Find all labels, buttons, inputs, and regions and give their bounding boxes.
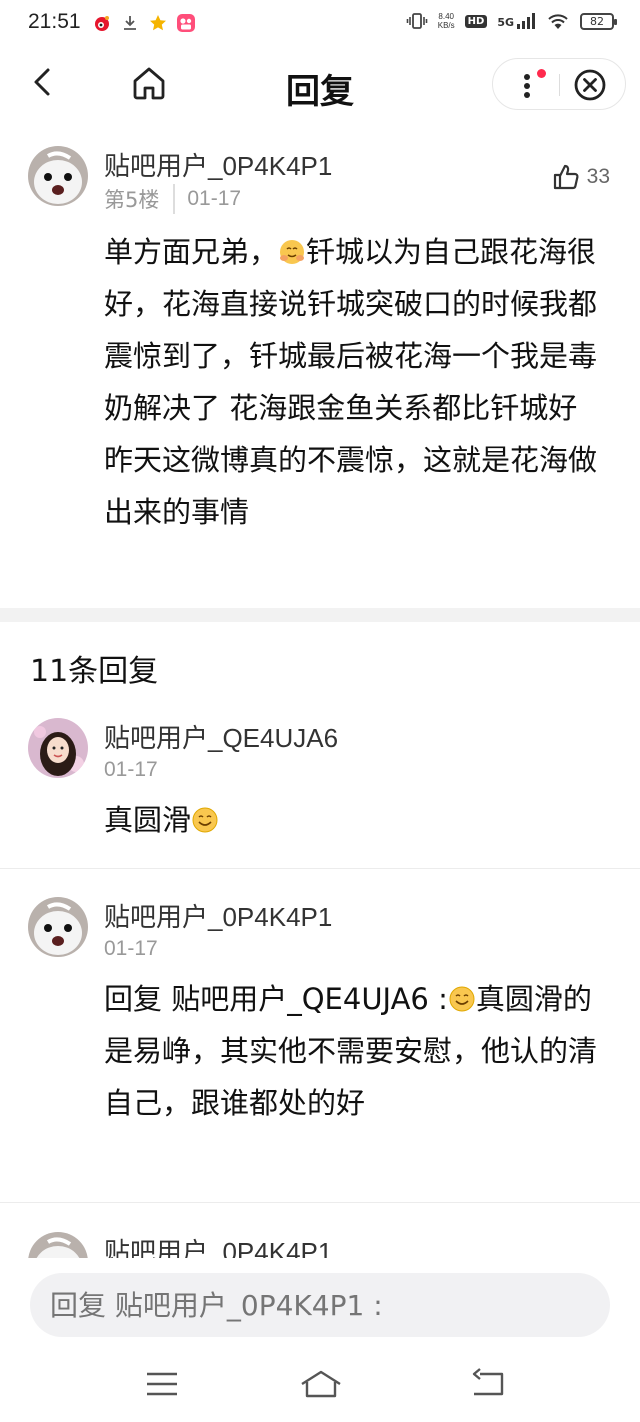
reply-item: 贴吧用户_0P4K4P1	[0, 1232, 640, 1258]
avatar[interactable]	[28, 146, 88, 206]
notification-dot	[537, 69, 546, 78]
status-time: 21:51	[28, 10, 81, 33]
vibrate-icon	[406, 13, 428, 29]
section-separator	[0, 608, 640, 622]
avatar[interactable]	[28, 1232, 88, 1258]
floor-label: 第5楼	[104, 188, 160, 212]
more-button[interactable]	[507, 67, 547, 103]
post-username[interactable]: 贴吧用户_0P4K4P1	[104, 146, 332, 183]
smile-emoji-icon	[449, 986, 475, 1012]
menu-icon	[147, 1372, 177, 1396]
thumbs-up-icon	[553, 164, 579, 190]
reply-username[interactable]: 贴吧用户_0P4K4P1	[104, 1232, 332, 1258]
signal-icon: 5G	[497, 13, 536, 29]
like-count: 33	[586, 165, 610, 188]
system-nav-bar	[0, 1352, 640, 1422]
home-outline-icon	[301, 1370, 341, 1398]
reply-date: 01-17	[104, 937, 158, 960]
menu-button[interactable]	[142, 1366, 182, 1402]
reply-count: 11条回复	[30, 654, 159, 689]
avatar[interactable]	[28, 897, 88, 957]
net-speed: 8.40 KB/s	[437, 12, 455, 30]
post-content: 单方面兄弟， 钎城以为自己跟花海很好，花海直接说钎城突破口的时候我都震惊到了，钎城…	[104, 235, 598, 529]
close-circle-icon	[574, 69, 606, 101]
hug-emoji-icon	[280, 240, 305, 264]
reply-username[interactable]: 贴吧用户_0P4K4P1	[104, 897, 332, 934]
nav-home-button[interactable]	[298, 1366, 344, 1402]
close-button[interactable]	[573, 68, 607, 102]
weibo-icon	[92, 13, 112, 33]
nav-back-button[interactable]	[468, 1366, 508, 1402]
download-icon	[120, 13, 140, 33]
reply-input-bar	[0, 1258, 640, 1352]
avatar[interactable]	[28, 718, 88, 778]
reply-divider	[0, 1202, 640, 1203]
capsule-divider	[559, 74, 560, 96]
network-type: 5G	[497, 16, 514, 29]
reply-content: 回复 贴吧用户_QE4UJA6 : 真圆滑的是易峥，其实他不需要安慰，他认的清自己…	[104, 982, 598, 1120]
post-meta: 第5楼 01-17	[104, 184, 241, 214]
reply-divider	[0, 868, 640, 869]
top-bar: 回复	[0, 50, 640, 120]
meta-divider	[173, 184, 176, 214]
star-icon	[148, 13, 168, 33]
smile-emoji-icon	[192, 807, 218, 833]
wifi-icon	[548, 14, 568, 29]
post-date: 01-17	[187, 187, 242, 210]
battery-icon: 82	[580, 12, 617, 30]
notification-icons	[92, 13, 196, 33]
back-arrow-icon	[472, 1368, 504, 1396]
mini-program-capsule	[492, 58, 626, 110]
like-button[interactable]: 33	[551, 162, 610, 192]
status-bar: 21:51 8.40 KB/s HD 5G 82	[0, 0, 640, 50]
reply-input[interactable]	[30, 1273, 610, 1337]
hd-badge: HD	[464, 14, 488, 28]
status-right: 8.40 KB/s HD 5G 82	[406, 12, 617, 30]
reply-content: 真圆滑	[104, 794, 604, 846]
reply-username[interactable]: 贴吧用户_QE4UJA6	[104, 718, 338, 755]
kuaishou-icon	[176, 13, 196, 33]
reply-date: 01-17	[104, 758, 158, 781]
